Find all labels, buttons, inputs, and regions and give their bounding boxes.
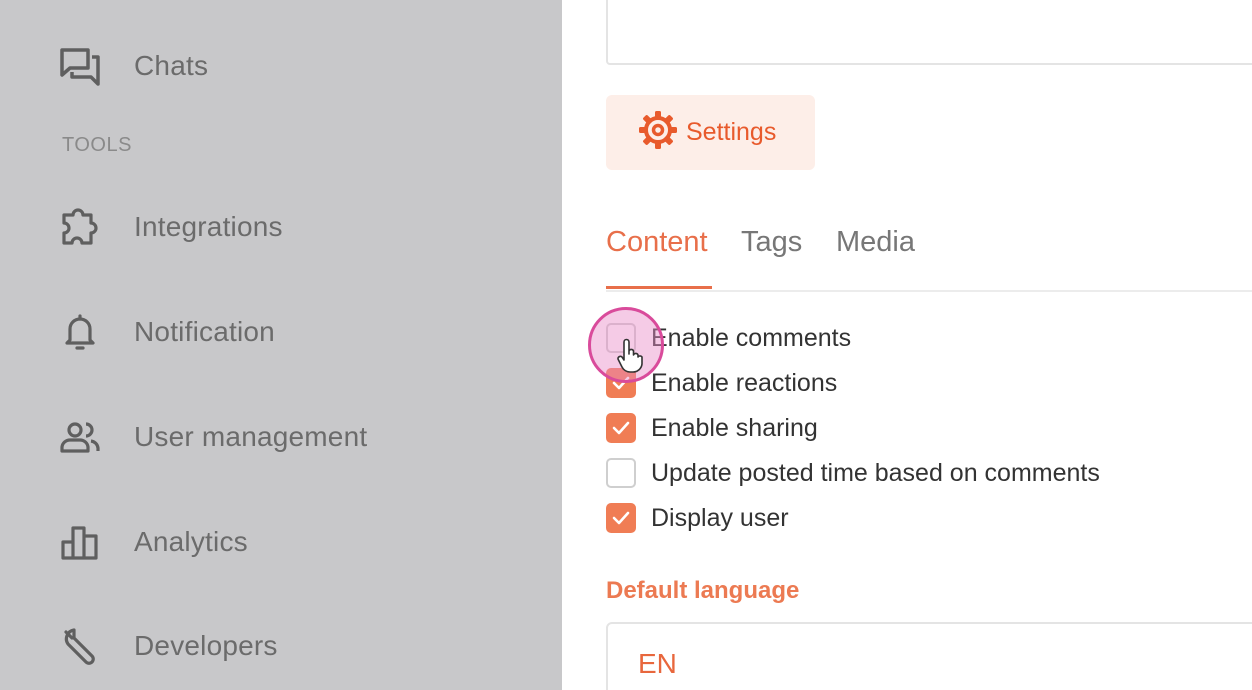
option-update-posted-time[interactable]: Update posted time based on comments (606, 458, 1100, 488)
puzzle-icon (58, 204, 104, 250)
sidebar-item-notification[interactable]: Notification (58, 307, 275, 357)
gear-icon (636, 108, 680, 157)
sidebar-item-label: Chats (134, 50, 209, 81)
sidebar-item-label: User management (134, 421, 368, 452)
settings-button[interactable]: Settings (606, 95, 815, 170)
update-posted-time-checkbox[interactable] (606, 458, 636, 488)
sidebar-item-label: Integrations (134, 211, 283, 242)
default-language-title: Default language (606, 577, 800, 604)
sidebar-item-label: Developers (134, 630, 278, 661)
bar-chart-icon (58, 519, 104, 565)
option-label: Enable comments (651, 323, 852, 352)
wrench-icon (58, 623, 104, 669)
sidebar-item-analytics[interactable]: Analytics (58, 517, 248, 567)
sidebar-item-chats[interactable]: Chats (58, 41, 208, 91)
sidebar-item-integrations[interactable]: Integrations (58, 202, 283, 252)
chat-bubbles-icon (58, 43, 104, 89)
option-enable-sharing[interactable]: Enable sharing (606, 413, 818, 443)
sidebar-item-user-management[interactable]: User management (58, 412, 367, 462)
sidebar-item-label: Notification (134, 316, 275, 347)
users-icon (58, 414, 104, 460)
tab-content[interactable]: Content (606, 226, 708, 259)
checkmark-icon (612, 421, 630, 435)
option-label: Display user (651, 503, 789, 532)
settings-button-label: Settings (686, 118, 777, 146)
tab-bar: Content Tags Media (606, 220, 1252, 292)
bell-icon (58, 309, 104, 355)
sidebar-item-developers[interactable]: Developers (58, 621, 278, 671)
option-label: Enable sharing (651, 413, 818, 442)
tab-tags[interactable]: Tags (741, 226, 802, 259)
default-language-value: EN (638, 648, 677, 679)
active-tab-indicator (606, 286, 712, 289)
display-user-checkbox[interactable] (606, 503, 636, 533)
sidebar: Chats TOOLS Integrations Notification Us… (0, 0, 562, 690)
section-label-tools: TOOLS (62, 134, 132, 156)
description-textarea[interactable] (606, 0, 1252, 65)
main-panel: Settings Content Tags Media Enable comme… (562, 0, 1252, 690)
hand-pointer-icon (617, 338, 643, 373)
option-label: Update posted time based on comments (651, 458, 1100, 487)
option-display-user[interactable]: Display user (606, 503, 789, 533)
default-language-select[interactable]: EN (606, 622, 1252, 690)
checkmark-icon (612, 511, 630, 525)
option-label: Enable reactions (651, 368, 838, 397)
enable-sharing-checkbox[interactable] (606, 413, 636, 443)
tab-media[interactable]: Media (836, 226, 915, 259)
sidebar-item-label: Analytics (134, 526, 248, 557)
